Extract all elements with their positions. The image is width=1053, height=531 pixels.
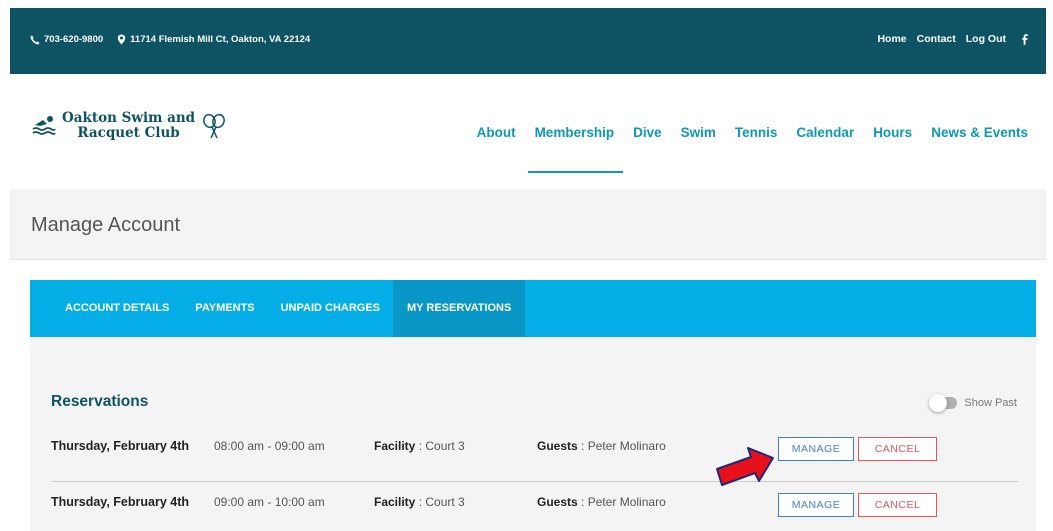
- top-link-home[interactable]: Home: [877, 33, 906, 45]
- tennis-rackets-icon: [201, 113, 227, 139]
- club-name: Oakton Swim and Racquet Club: [62, 111, 195, 141]
- phone-text: 703-620-9800: [44, 34, 104, 45]
- tab-my-reservations[interactable]: MY RESERVATIONS: [393, 280, 526, 337]
- main-nav: About Membership Dive Swim Tennis Calend…: [477, 125, 1028, 173]
- nav-dive[interactable]: Dive: [633, 125, 662, 140]
- facebook-icon[interactable]: [1022, 33, 1028, 45]
- facility-label: Facility: [374, 439, 416, 453]
- map-pin-icon: [117, 34, 126, 45]
- reservation-row: Thursday, February 4th 08:00 am - 09:00 …: [51, 433, 1018, 463]
- reservation-row: Thursday, February 4th 09:00 am - 10:00 …: [51, 489, 1018, 519]
- facility-value: Court 3: [425, 495, 465, 509]
- top-links: Home Contact Log Out: [877, 33, 1028, 45]
- tab-account-details[interactable]: ACCOUNT DETAILS: [30, 280, 182, 337]
- manage-button[interactable]: MANAGE: [778, 493, 854, 517]
- red-arrow-icon: [713, 445, 777, 496]
- manage-button[interactable]: MANAGE: [778, 437, 854, 461]
- reservation-time: 09:00 am - 10:00 am: [214, 495, 325, 509]
- page-title: Manage Account: [31, 214, 180, 236]
- nav-news-events[interactable]: News & Events: [931, 125, 1028, 140]
- guests-label: Guests: [537, 439, 578, 453]
- nav-calendar[interactable]: Calendar: [796, 125, 854, 140]
- top-link-logout[interactable]: Log Out: [966, 33, 1006, 45]
- nav-hours[interactable]: Hours: [873, 125, 912, 140]
- site-header: Oakton Swim and Racquet Club About Membe…: [10, 74, 1046, 188]
- show-past-toggle[interactable]: Show Past: [929, 394, 1017, 412]
- address-text: 11714 Flemish Mill Ct, Oakton, VA 22124: [130, 34, 311, 45]
- site-logo[interactable]: Oakton Swim and Racquet Club: [32, 111, 227, 141]
- reservation-facility: Facility : Court 3: [374, 495, 465, 509]
- reservation-guests: Guests : Peter Molinaro: [537, 495, 666, 509]
- switch-knob: [929, 394, 948, 412]
- club-name-line2: Racquet Club: [77, 125, 180, 141]
- guests-label: Guests: [537, 495, 578, 509]
- reservation-date: Thursday, February 4th: [51, 495, 189, 509]
- nav-swim[interactable]: Swim: [681, 125, 716, 140]
- tab-unpaid-charges[interactable]: UNPAID CHARGES: [268, 280, 393, 337]
- facility-label: Facility: [374, 495, 416, 509]
- phone-contact[interactable]: 703-620-9800: [30, 34, 103, 45]
- show-past-label: Show Past: [964, 397, 1017, 409]
- nav-membership[interactable]: Membership: [527, 125, 623, 173]
- tab-payments[interactable]: PAYMENTS: [182, 280, 267, 337]
- reservation-facility: Facility : Court 3: [374, 439, 465, 453]
- reservation-time: 08:00 am - 09:00 am: [214, 439, 325, 453]
- cancel-button[interactable]: CANCEL: [858, 493, 937, 517]
- nav-tennis[interactable]: Tennis: [735, 125, 778, 140]
- reservation-guests: Guests : Peter Molinaro: [537, 439, 666, 453]
- contact-info: 703-620-9800 11714 Flemish Mill Ct, Oakt…: [30, 34, 310, 45]
- page-title-band: Manage Account: [10, 189, 1046, 260]
- facility-value: Court 3: [425, 439, 465, 453]
- address-contact[interactable]: 11714 Flemish Mill Ct, Oakton, VA 22124: [117, 34, 310, 45]
- guests-value: Peter Molinaro: [587, 495, 666, 509]
- row-divider: [51, 481, 1018, 482]
- cancel-button[interactable]: CANCEL: [858, 437, 937, 461]
- reservation-date: Thursday, February 4th: [51, 439, 189, 453]
- reservations-title: Reservations: [51, 393, 149, 410]
- nav-about[interactable]: About: [477, 125, 516, 140]
- phone-icon: [30, 35, 40, 45]
- guests-value: Peter Molinaro: [587, 439, 666, 453]
- show-past-switch[interactable]: [929, 394, 958, 412]
- reservations-panel: Reservations Show Past Thursday, Februar…: [30, 337, 1036, 531]
- club-name-line1: Oakton Swim and: [62, 110, 196, 126]
- swimmer-waves-icon: [32, 115, 56, 137]
- account-tabs: ACCOUNT DETAILS PAYMENTS UNPAID CHARGES …: [30, 280, 1036, 337]
- top-link-contact[interactable]: Contact: [917, 33, 956, 45]
- top-bar: 703-620-9800 11714 Flemish Mill Ct, Oakt…: [10, 8, 1046, 74]
